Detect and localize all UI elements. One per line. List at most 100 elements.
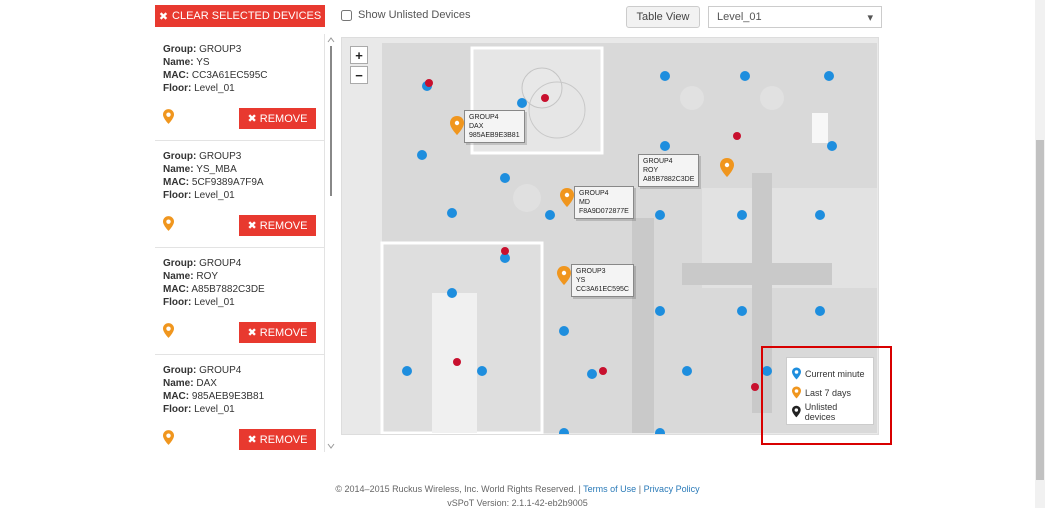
tag-name: MD bbox=[579, 199, 590, 206]
tag-group: GROUP3 bbox=[576, 268, 606, 275]
device-tag-dax[interactable]: GROUP4 DAX 985AEB9E3B81 bbox=[464, 110, 525, 143]
device-mac: A85B7882C3DE bbox=[191, 284, 265, 295]
device-group: GROUP3 bbox=[199, 44, 242, 55]
mac-label: MAC: bbox=[163, 391, 190, 402]
privacy-policy-link[interactable]: Privacy Policy bbox=[644, 484, 700, 494]
access-point-marker bbox=[682, 366, 692, 376]
device-floor: Level_01 bbox=[194, 83, 235, 94]
floor-label: Floor: bbox=[163, 404, 192, 415]
device-group: GROUP4 bbox=[199, 258, 242, 269]
close-icon: ✖ bbox=[247, 434, 257, 446]
pin-center bbox=[564, 192, 570, 198]
page-scrollbar-thumb[interactable] bbox=[1036, 140, 1044, 480]
access-point-marker bbox=[559, 326, 569, 336]
floor-select-value: Level_01 bbox=[717, 11, 762, 23]
remove-device-button[interactable]: ✖ REMOVE bbox=[239, 322, 316, 343]
tag-name: ROY bbox=[643, 167, 659, 174]
tag-mac: CC3A61EC595C bbox=[576, 286, 629, 293]
group-label: Group: bbox=[163, 151, 197, 162]
remove-device-button[interactable]: ✖ REMOVE bbox=[239, 108, 316, 129]
terms-of-use-link[interactable]: Terms of Use bbox=[583, 484, 636, 494]
copyright-text: © 2014–2015 Ruckus Wireless, Inc. World … bbox=[335, 484, 581, 494]
device-name: YS bbox=[196, 57, 210, 68]
location-pin-icon[interactable] bbox=[163, 109, 174, 124]
tag-mac: 985AEB9E3B81 bbox=[469, 132, 520, 139]
device-card: Group: GROUP4 Name: ROY MAC: A85B7882C3D… bbox=[155, 248, 324, 355]
access-point-marker bbox=[655, 428, 665, 434]
access-point-marker bbox=[737, 210, 747, 220]
remove-device-button[interactable]: ✖ REMOVE bbox=[239, 215, 316, 236]
close-icon: ✖ bbox=[247, 113, 257, 125]
close-icon: ✖ bbox=[247, 220, 257, 232]
close-icon: ✖ bbox=[158, 10, 169, 23]
footer-copyright: © 2014–2015 Ruckus Wireless, Inc. World … bbox=[0, 484, 1035, 494]
remove-label: REMOVE bbox=[259, 112, 308, 125]
rogue-device-marker bbox=[453, 358, 461, 366]
location-page: ✖ CLEAR SELECTED DEVICES Show Unlisted D… bbox=[0, 0, 1045, 508]
footer-version: vSPoT Version: 2.1.1-42-eb2b9005 bbox=[447, 498, 588, 508]
tag-name: DAX bbox=[469, 123, 484, 130]
tag-group: GROUP4 bbox=[469, 114, 499, 121]
page-scrollbar[interactable] bbox=[1035, 0, 1045, 508]
device-card: Group: GROUP3 Name: YS MAC: CC3A61EC595C… bbox=[155, 34, 324, 141]
device-tag-md[interactable]: GROUP4 MD F8A9D072877E bbox=[574, 186, 634, 219]
device-list-scrollbar[interactable] bbox=[325, 34, 337, 452]
table-view-button[interactable]: Table View bbox=[626, 6, 700, 28]
device-floor: Level_01 bbox=[194, 297, 235, 308]
chevron-down-icon: ▾ bbox=[867, 11, 873, 24]
tag-name: YS bbox=[576, 277, 586, 284]
client-location-pin bbox=[560, 188, 574, 207]
name-label: Name: bbox=[163, 57, 194, 68]
floor-label: Floor: bbox=[163, 190, 192, 201]
access-point-marker bbox=[587, 369, 597, 379]
selected-devices-list: Group: GROUP3 Name: YS MAC: CC3A61EC595C… bbox=[155, 34, 325, 452]
remove-label: REMOVE bbox=[259, 219, 308, 232]
device-mac: CC3A61EC595C bbox=[191, 70, 268, 81]
access-point-marker bbox=[655, 210, 665, 220]
device-card: Group: GROUP4 Name: DAX MAC: 985AEB9E3B8… bbox=[155, 355, 324, 452]
mac-label: MAC: bbox=[163, 70, 190, 81]
pin-center bbox=[454, 120, 460, 126]
remove-device-button[interactable]: ✖ REMOVE bbox=[239, 429, 316, 450]
name-label: Name: bbox=[163, 164, 194, 175]
pin-center bbox=[724, 162, 730, 168]
device-group: GROUP4 bbox=[199, 365, 242, 376]
pin-center bbox=[561, 270, 567, 276]
device-name: YS_MBA bbox=[196, 164, 237, 175]
remove-label: REMOVE bbox=[259, 433, 308, 446]
device-tag-roy[interactable]: GROUP4 ROY A85B7882C3DE bbox=[638, 154, 700, 187]
access-point-marker bbox=[447, 208, 457, 218]
device-mac: 985AEB9E3B81 bbox=[191, 391, 265, 402]
access-point-marker bbox=[827, 141, 837, 151]
name-label: Name: bbox=[163, 378, 194, 389]
show-unlisted-devices-toggle[interactable]: Show Unlisted Devices bbox=[341, 9, 471, 21]
access-point-marker bbox=[815, 210, 825, 220]
clear-selected-devices-label: CLEAR SELECTED DEVICES bbox=[172, 10, 322, 22]
access-point-marker bbox=[500, 173, 510, 183]
device-mac: 5CF9389A7F9A bbox=[191, 177, 264, 188]
legend-highlight-frame bbox=[761, 346, 892, 445]
device-card: Group: GROUP3 Name: YS_MBA MAC: 5CF9389A… bbox=[155, 141, 324, 248]
access-point-marker bbox=[402, 366, 412, 376]
device-floor: Level_01 bbox=[194, 190, 235, 201]
show-unlisted-devices-checkbox[interactable] bbox=[341, 9, 352, 21]
device-group: GROUP3 bbox=[199, 151, 242, 162]
floor-label: Floor: bbox=[163, 297, 192, 308]
location-pin-icon[interactable] bbox=[163, 430, 174, 445]
access-point-marker bbox=[447, 288, 457, 298]
access-point-marker bbox=[815, 306, 825, 316]
mac-label: MAC: bbox=[163, 177, 190, 188]
floor-select[interactable]: Level_01 ▾ bbox=[708, 6, 882, 28]
close-icon: ✖ bbox=[247, 327, 257, 339]
footer-separator: | bbox=[638, 484, 642, 494]
device-tag-ys[interactable]: GROUP3 YS CC3A61EC595C bbox=[571, 264, 634, 297]
location-pin-icon[interactable] bbox=[163, 323, 174, 338]
tag-group: GROUP4 bbox=[579, 190, 609, 197]
clear-selected-devices-button[interactable]: ✖ CLEAR SELECTED DEVICES bbox=[155, 5, 325, 27]
rogue-device-marker bbox=[599, 367, 607, 375]
access-point-marker bbox=[477, 366, 487, 376]
access-point-marker bbox=[655, 306, 665, 316]
access-point-marker bbox=[517, 98, 527, 108]
access-point-marker bbox=[545, 210, 555, 220]
location-pin-icon[interactable] bbox=[163, 216, 174, 231]
